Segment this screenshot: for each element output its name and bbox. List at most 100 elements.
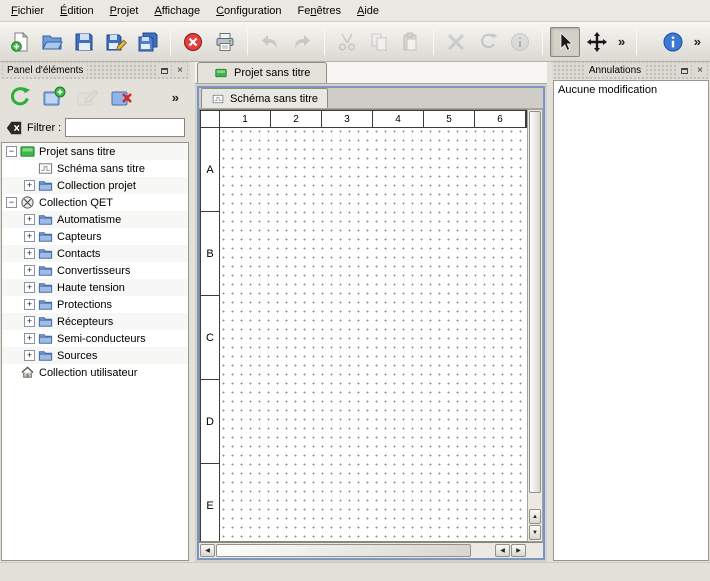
tree-item-capteurs[interactable]: +Capteurs bbox=[2, 228, 188, 245]
cursor-arrow-icon bbox=[554, 31, 576, 53]
menu-projet[interactable]: Projet bbox=[102, 2, 147, 20]
elements-panel-titlebar[interactable]: Panel d'éléments × bbox=[0, 62, 190, 79]
schema-icon bbox=[38, 161, 53, 176]
horizontal-scrollbar[interactable]: ◀ ◀ ▶ bbox=[199, 542, 543, 558]
tree-item-collection-projet[interactable]: + Collection projet bbox=[2, 177, 188, 194]
tab-projet-sans-titre[interactable]: Projet sans titre bbox=[197, 62, 327, 83]
tree-item-collection-qet[interactable]: − Collection QET bbox=[2, 194, 188, 211]
about-button[interactable] bbox=[658, 27, 688, 57]
expand-expander-icon[interactable]: + bbox=[24, 333, 35, 344]
tree-item-collection-utilisateur[interactable]: Collection utilisateur bbox=[2, 364, 188, 381]
ruler-row-label: D bbox=[201, 380, 219, 464]
tree-item-sche-ma-sans-titre[interactable]: Schéma sans titre bbox=[2, 160, 188, 177]
menu-aide[interactable]: Aide bbox=[349, 2, 387, 20]
vertical-scrollbar[interactable]: ▲ ▼ bbox=[527, 109, 543, 542]
tree-item-semi-conducteurs[interactable]: +Semi-conducteurs bbox=[2, 330, 188, 347]
expand-expander-icon[interactable]: + bbox=[24, 214, 35, 225]
reload-collections-button[interactable] bbox=[5, 82, 35, 112]
collapse-expander-icon[interactable]: − bbox=[6, 197, 17, 208]
schema-canvas[interactable]: 123456 ABCDE bbox=[199, 109, 527, 542]
panel-extension-button[interactable]: » bbox=[167, 90, 184, 105]
move-arrows-icon bbox=[586, 31, 608, 53]
close-button[interactable]: × bbox=[173, 64, 187, 77]
project-icon bbox=[20, 144, 35, 159]
vscrollbar-thumb[interactable] bbox=[529, 111, 541, 493]
toolbar-group-close-print bbox=[177, 27, 241, 57]
tree-item-haute-tension[interactable]: +Haute tension bbox=[2, 279, 188, 296]
scroll-left-button-2[interactable]: ◀ bbox=[495, 544, 510, 557]
print-button[interactable] bbox=[210, 27, 240, 57]
elements-panel-title: Panel d'éléments bbox=[3, 65, 87, 76]
ruler-column-label: 5 bbox=[424, 111, 475, 127]
tab-label: Schéma sans titre bbox=[230, 93, 318, 105]
schema-tabbar: Schéma sans titre bbox=[199, 88, 543, 109]
save-button[interactable] bbox=[69, 27, 99, 57]
close-file-button[interactable] bbox=[178, 27, 208, 57]
scroll-left-button[interactable]: ◀ bbox=[200, 544, 215, 557]
save-all-button[interactable] bbox=[133, 27, 163, 57]
close-button[interactable]: × bbox=[693, 64, 707, 77]
expand-expander-icon[interactable]: + bbox=[24, 248, 35, 259]
redo-icon bbox=[291, 31, 313, 53]
folder-icon bbox=[38, 178, 53, 193]
hscrollbar-thumb[interactable] bbox=[216, 544, 471, 557]
undo-history-list[interactable]: Aucune modification bbox=[553, 80, 709, 561]
tree-item-re-cepteurs[interactable]: +Récepteurs bbox=[2, 313, 188, 330]
tree-item-label: Convertisseurs bbox=[57, 265, 130, 277]
delete-element-button[interactable] bbox=[107, 82, 137, 112]
new-document-button[interactable] bbox=[5, 27, 35, 57]
open-document-button[interactable] bbox=[37, 27, 67, 57]
expand-expander-icon[interactable]: + bbox=[24, 316, 35, 327]
tree-item-convertisseurs[interactable]: + Convertisseurs bbox=[2, 262, 188, 279]
tree-item-label: Collection QET bbox=[39, 197, 113, 209]
new-element-button[interactable] bbox=[39, 82, 69, 112]
expand-expander-icon[interactable]: + bbox=[24, 180, 35, 191]
undo-panel-titlebar[interactable]: Annulations × bbox=[552, 62, 710, 79]
float-icon bbox=[161, 68, 168, 74]
expand-expander-icon[interactable]: + bbox=[24, 231, 35, 242]
tree-item-protections[interactable]: +Protections bbox=[2, 296, 188, 313]
tree-item-label: Collection projet bbox=[57, 180, 136, 192]
elements-tree: −Projet sans titreSchéma sans titre + Coll… bbox=[1, 142, 189, 561]
scroll-down-button[interactable]: ▼ bbox=[529, 525, 541, 540]
cut-button bbox=[332, 27, 362, 57]
element-edit-icon bbox=[76, 85, 100, 109]
selection-mode-button[interactable] bbox=[550, 27, 580, 57]
filter-input[interactable] bbox=[65, 118, 185, 137]
float-button[interactable] bbox=[677, 64, 691, 77]
qet-collection-icon bbox=[20, 195, 35, 210]
expand-expander-icon[interactable]: + bbox=[24, 350, 35, 361]
tree-item-automatisme[interactable]: + Automatisme bbox=[2, 211, 188, 228]
expand-expander-icon[interactable]: + bbox=[24, 299, 35, 310]
expand-expander-icon[interactable]: + bbox=[24, 265, 35, 276]
tree-item-label: Automatisme bbox=[57, 214, 121, 226]
clear-filter-button[interactable] bbox=[5, 119, 23, 137]
visualisation-mode-button[interactable] bbox=[582, 27, 612, 57]
element-delete-icon bbox=[110, 85, 134, 109]
scroll-right-button[interactable]: ▶ bbox=[511, 544, 526, 557]
ruler-corner bbox=[201, 111, 220, 127]
tree-item-contacts[interactable]: +Contacts bbox=[2, 245, 188, 262]
toolbar-group-help: » bbox=[657, 27, 706, 57]
scroll-up-button[interactable]: ▲ bbox=[529, 509, 541, 524]
menu-configuration[interactable]: Configuration bbox=[208, 2, 289, 20]
float-button[interactable] bbox=[157, 64, 171, 77]
folder-icon bbox=[38, 246, 53, 261]
menu-edition[interactable]: Édition bbox=[52, 2, 102, 20]
toolbar-extension-button[interactable]: » bbox=[689, 34, 706, 49]
menu-fichier[interactable]: Fichier bbox=[3, 2, 52, 20]
edit-element-button bbox=[73, 82, 103, 112]
ruler-column-label: 1 bbox=[220, 111, 271, 127]
tree-item-projet-sans-titre[interactable]: −Projet sans titre bbox=[2, 143, 188, 160]
tree-item-sources[interactable]: +Sources bbox=[2, 347, 188, 364]
menu-affichage[interactable]: Affichage bbox=[146, 2, 208, 20]
schema-view: 123456 ABCDE ▲ ▼ bbox=[199, 109, 543, 542]
menu-fenetres[interactable]: Fenêtres bbox=[290, 2, 349, 20]
save-as-button[interactable] bbox=[101, 27, 131, 57]
toolbar-extension-button[interactable]: » bbox=[613, 34, 630, 49]
expand-expander-icon[interactable]: + bbox=[24, 282, 35, 293]
toolbar-group-edit bbox=[440, 27, 536, 57]
toolbar-separator bbox=[247, 29, 248, 55]
collapse-expander-icon[interactable]: − bbox=[6, 146, 17, 157]
tab-schema-sans-titre[interactable]: Schéma sans titre bbox=[201, 88, 328, 108]
